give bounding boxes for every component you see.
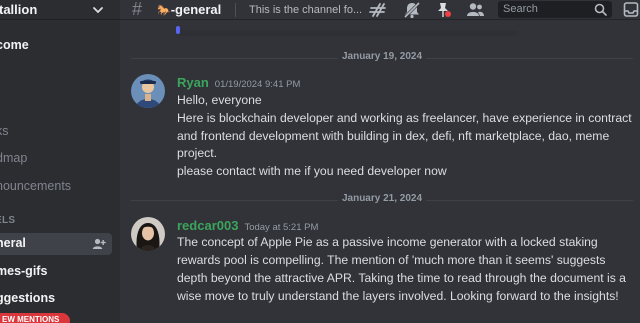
hashtag-icon: # bbox=[132, 0, 143, 19]
message-line: and frontend development with building i… bbox=[177, 129, 610, 143]
message-line: The concept of Apple Pie as a passive in… bbox=[177, 235, 598, 249]
sidebar-item-links[interactable]: ks bbox=[0, 121, 116, 143]
username[interactable]: redcar003 bbox=[177, 218, 238, 233]
search-input[interactable]: Search bbox=[498, 1, 612, 18]
channel-name: -general bbox=[170, 2, 222, 17]
sidebar-item-suggestions[interactable]: ggestions bbox=[0, 288, 116, 310]
channel-header: # 🐎-general This is the channel fo... Se… bbox=[120, 0, 640, 20]
sidebar-item-label: nouncements bbox=[0, 179, 72, 193]
pin-icon[interactable] bbox=[433, 1, 453, 19]
message-line: wise move to truly understand the layers… bbox=[177, 289, 619, 303]
mute-bell-icon[interactable] bbox=[402, 1, 422, 19]
sidebar-item-label: neral bbox=[0, 236, 26, 250]
threads-icon[interactable] bbox=[368, 1, 388, 19]
sidebar-item-label: ggestions bbox=[0, 291, 56, 305]
sidebar-item-label: ks bbox=[0, 124, 9, 138]
chevron-down-icon bbox=[93, 7, 103, 14]
server-name: tallion bbox=[0, 2, 38, 17]
sidebar-item-memes-gifs[interactable]: mes-gifs bbox=[0, 261, 116, 283]
avatar[interactable] bbox=[131, 74, 165, 108]
avatar[interactable] bbox=[131, 217, 165, 251]
date-divider: January 21, 2024 bbox=[131, 193, 633, 207]
channel-topic[interactable]: This is the channel fo... bbox=[249, 4, 362, 16]
channel-sidebar: tallion come ks dmap nouncements ELS ner… bbox=[0, 0, 120, 323]
message-line: Here is blockchain developer and working… bbox=[177, 111, 632, 125]
new-mentions-pill[interactable]: EW MENTIONS bbox=[0, 313, 70, 323]
date-divider-text: January 19, 2024 bbox=[337, 51, 427, 62]
search-icon bbox=[594, 3, 607, 16]
date-divider: January 19, 2024 bbox=[131, 51, 633, 65]
inbox-icon[interactable] bbox=[623, 1, 639, 18]
unread-indicator bbox=[176, 26, 180, 34]
message-line: please contact with me if you need devel… bbox=[177, 164, 447, 178]
channel-title: 🐎-general bbox=[157, 2, 221, 17]
timestamp: 01/19/2024 9:41 PM bbox=[214, 79, 301, 90]
timestamp: Today at 5:21 PM bbox=[244, 222, 319, 233]
previous-content-edge bbox=[176, 30, 518, 36]
message-header: Ryan 01/19/2024 9:41 PM bbox=[177, 74, 300, 92]
add-member-icon[interactable] bbox=[92, 237, 106, 251]
sidebar-item-label: come bbox=[0, 38, 29, 52]
sidebar-item-general[interactable]: neral bbox=[0, 233, 112, 255]
username[interactable]: Ryan bbox=[177, 75, 209, 90]
sidebar-item-label: mes-gifs bbox=[0, 264, 48, 278]
header-divider bbox=[235, 3, 236, 17]
server-header[interactable]: tallion bbox=[0, 0, 120, 20]
message-line: Hello, everyone bbox=[177, 93, 262, 107]
message-line: rewards pool is compelling. The mention … bbox=[177, 253, 606, 267]
message-header: redcar003 Today at 5:21 PM bbox=[177, 217, 318, 235]
sidebar-item-roadmap[interactable]: dmap bbox=[0, 148, 116, 170]
sidebar-item-label: dmap bbox=[0, 151, 28, 165]
search-placeholder: Search bbox=[503, 3, 538, 15]
horse-emoji: 🐎 bbox=[157, 5, 171, 17]
sidebar-item-welcome[interactable]: come bbox=[0, 35, 116, 57]
sidebar-item-announcements[interactable]: nouncements bbox=[0, 176, 116, 198]
category-label[interactable]: ELS bbox=[0, 215, 15, 226]
message-line: project. bbox=[177, 146, 217, 160]
message-line: depth beyond the attractive APR. Taking … bbox=[177, 271, 626, 285]
members-icon[interactable] bbox=[465, 1, 485, 19]
date-divider-text: January 21, 2024 bbox=[337, 193, 427, 204]
